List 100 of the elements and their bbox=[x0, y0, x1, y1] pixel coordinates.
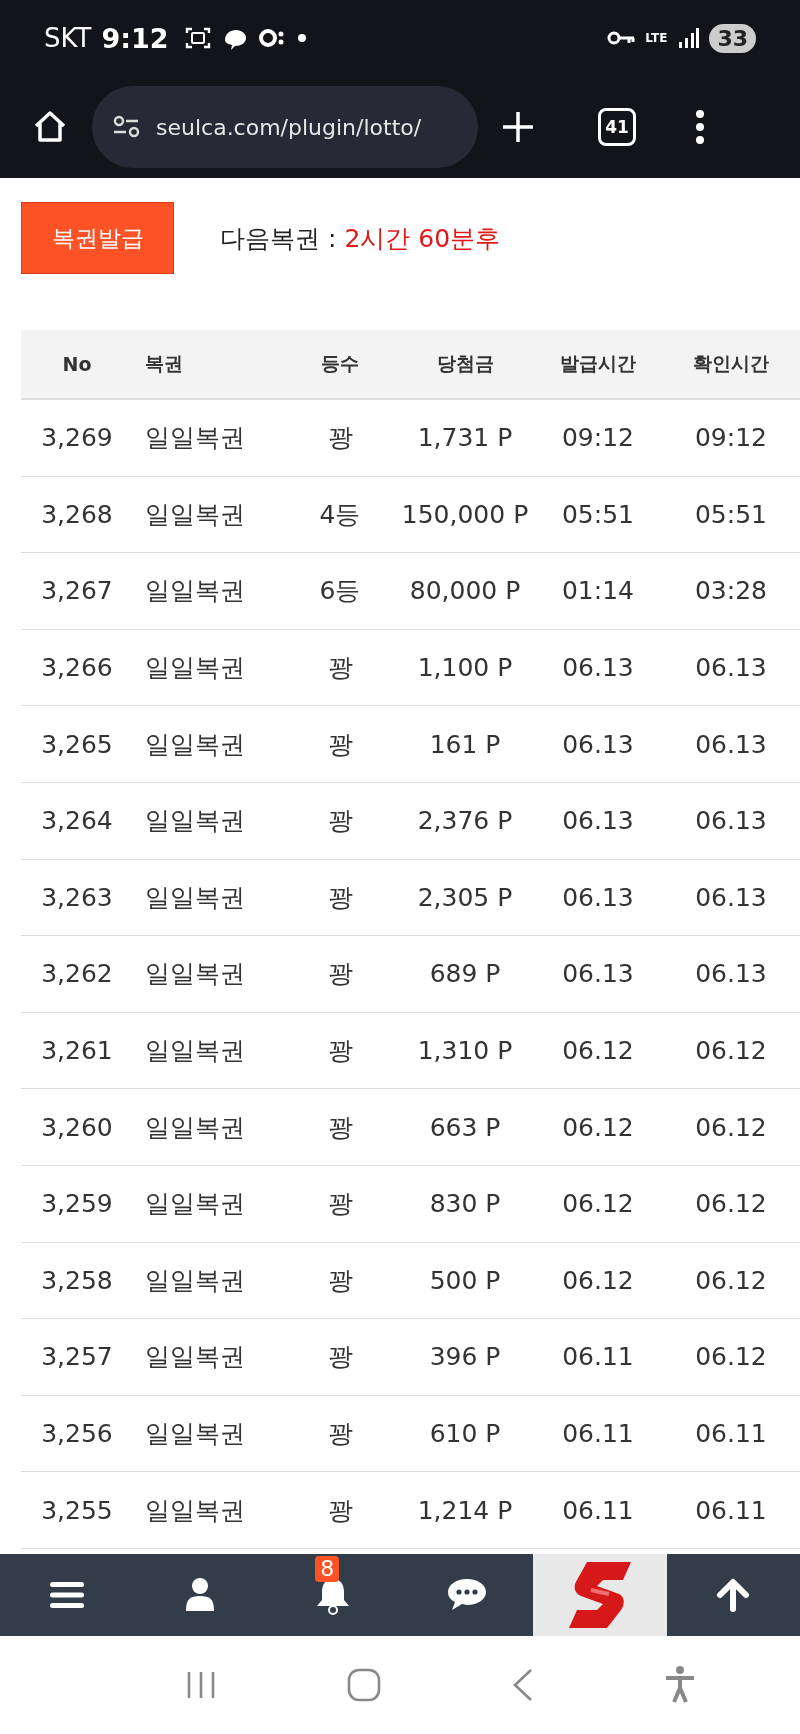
table-cell: 1,731 P bbox=[394, 399, 536, 477]
table-cell: 일일복권 bbox=[133, 399, 286, 477]
table-cell: 꽝 bbox=[286, 782, 394, 860]
site-settings-icon[interactable] bbox=[112, 115, 142, 139]
table-cell: 06.13 bbox=[660, 859, 800, 936]
table-cell: 663 P bbox=[394, 1088, 536, 1166]
table-cell: 일일복권 bbox=[133, 1242, 286, 1319]
chat-icon[interactable] bbox=[445, 1577, 488, 1613]
tab-count-button[interactable]: 41 bbox=[598, 108, 636, 146]
table-cell: 06.12 bbox=[536, 1088, 660, 1166]
table-cell: 일일복권 bbox=[133, 1318, 286, 1396]
table-cell: 2,305 P bbox=[394, 859, 536, 936]
table-cell: 06.13 bbox=[536, 782, 660, 860]
table-cell: 3,258 bbox=[21, 1242, 133, 1319]
person-icon[interactable] bbox=[185, 1577, 215, 1613]
clock: 9:12 bbox=[101, 22, 169, 54]
logo-icon[interactable] bbox=[566, 1560, 633, 1630]
column-header: 발급시간 bbox=[536, 330, 660, 399]
table-cell: 06.12 bbox=[660, 1318, 800, 1396]
table-cell: 05:51 bbox=[660, 476, 800, 553]
table-cell: 06.13 bbox=[536, 629, 660, 706]
table-cell: 3,259 bbox=[21, 1165, 133, 1243]
table-cell: 3,256 bbox=[21, 1395, 133, 1472]
table-cell: 3,255 bbox=[21, 1471, 133, 1549]
table-cell: 3,262 bbox=[21, 935, 133, 1013]
table-cell: 3,269 bbox=[21, 399, 133, 477]
key-icon bbox=[607, 30, 636, 46]
menu-icon[interactable] bbox=[694, 109, 706, 145]
table-cell: 06.12 bbox=[536, 1242, 660, 1319]
screenshot-icon bbox=[184, 27, 211, 49]
table-cell: 꽝 bbox=[286, 629, 394, 706]
table-cell: 꽝 bbox=[286, 1395, 394, 1472]
plus-icon[interactable] bbox=[500, 109, 536, 145]
table-cell: 일일복권 bbox=[133, 1088, 286, 1166]
table-cell: 4등 bbox=[286, 476, 394, 553]
table-cell: 396 P bbox=[394, 1318, 536, 1396]
separator: : bbox=[328, 223, 337, 253]
table-cell: 09:12 bbox=[660, 399, 800, 477]
table-cell: 06.12 bbox=[660, 1242, 800, 1319]
table-cell: 09:12 bbox=[536, 399, 660, 477]
dot-icon bbox=[296, 33, 307, 43]
table-cell: 3,267 bbox=[21, 552, 133, 630]
table-cell: 3,268 bbox=[21, 476, 133, 553]
table-cell: 일일복권 bbox=[133, 859, 286, 936]
table-cell: 3,266 bbox=[21, 629, 133, 706]
table-cell: 150,000 P bbox=[394, 476, 536, 553]
table-cell: 1,310 P bbox=[394, 1012, 536, 1089]
table-cell: 꽝 bbox=[286, 399, 394, 477]
table-cell: 01:14 bbox=[536, 552, 660, 630]
table-cell: 일일복권 bbox=[133, 476, 286, 553]
table-cell: 꽝 bbox=[286, 705, 394, 783]
table-cell: 꽝 bbox=[286, 935, 394, 1013]
table-cell: 3,257 bbox=[21, 1318, 133, 1396]
table-cell: 06.13 bbox=[660, 782, 800, 860]
table-cell: 꽝 bbox=[286, 1242, 394, 1319]
table-cell: 689 P bbox=[394, 935, 536, 1013]
table-cell: 06.12 bbox=[660, 1088, 800, 1166]
column-header: 등수 bbox=[286, 330, 394, 399]
table-cell: 06.11 bbox=[660, 1395, 800, 1472]
table-cell: 일일복권 bbox=[133, 552, 286, 630]
table-cell: 3,261 bbox=[21, 1012, 133, 1089]
table-cell: 06.11 bbox=[536, 1318, 660, 1396]
column-header: No bbox=[21, 330, 133, 399]
table-cell: 06.12 bbox=[536, 1165, 660, 1243]
column-header: 확인시간 bbox=[660, 330, 800, 399]
column-header: 복권 bbox=[133, 330, 286, 399]
table-cell: 06.12 bbox=[660, 1165, 800, 1243]
table-cell: 3,265 bbox=[21, 705, 133, 783]
address-bar[interactable]: seulca.com/plugin/lotto/ bbox=[92, 86, 478, 168]
battery-level: 33 bbox=[709, 23, 756, 53]
menu-icon[interactable] bbox=[48, 1580, 85, 1610]
table-cell: 06.11 bbox=[536, 1471, 660, 1549]
signal-icon bbox=[677, 27, 700, 49]
table-cell: 161 P bbox=[394, 705, 536, 783]
table-cell: 일일복권 bbox=[133, 1471, 286, 1549]
home-button-icon[interactable] bbox=[345, 1667, 382, 1703]
table-cell: 일일복권 bbox=[133, 1012, 286, 1089]
table-cell: 일일복권 bbox=[133, 1395, 286, 1472]
table-cell: 2,376 P bbox=[394, 782, 536, 860]
table-cell: 500 P bbox=[394, 1242, 536, 1319]
table-cell: 꽝 bbox=[286, 1318, 394, 1396]
table-cell: 일일복권 bbox=[133, 705, 286, 783]
table-cell: 05:51 bbox=[536, 476, 660, 553]
table-cell: 06.13 bbox=[536, 705, 660, 783]
table-cell: 06.13 bbox=[536, 859, 660, 936]
table-cell: 꽝 bbox=[286, 859, 394, 936]
table-cell: 일일복권 bbox=[133, 935, 286, 1013]
network-type: LTE bbox=[645, 32, 668, 44]
accessibility-icon[interactable] bbox=[663, 1665, 696, 1705]
table-cell: 꽝 bbox=[286, 1471, 394, 1549]
column-header: 당첨금 bbox=[394, 330, 536, 399]
table-cell: 1,214 P bbox=[394, 1471, 536, 1549]
carrier-name: SKT bbox=[44, 23, 92, 53]
table-cell: 1,100 P bbox=[394, 629, 536, 706]
table-cell: 06.12 bbox=[660, 1012, 800, 1089]
arrow-up-icon[interactable] bbox=[716, 1578, 751, 1612]
table-cell: 3,260 bbox=[21, 1088, 133, 1166]
table-cell: 3,264 bbox=[21, 782, 133, 860]
table-cell: 일일복권 bbox=[133, 1165, 286, 1243]
table-cell: 꽝 bbox=[286, 1165, 394, 1243]
